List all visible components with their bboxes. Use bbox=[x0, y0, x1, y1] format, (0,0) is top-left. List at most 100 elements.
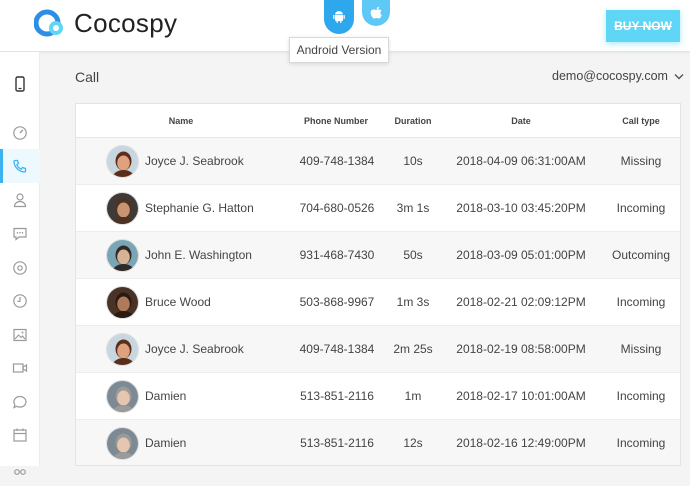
contacts-icon bbox=[13, 193, 27, 208]
column-header-phone[interactable]: Phone Number bbox=[286, 104, 386, 138]
page-title: Call bbox=[75, 69, 100, 85]
history-icon bbox=[13, 294, 27, 308]
cell-phone: 704-680-0526 bbox=[299, 201, 375, 215]
sidebar-item-messages[interactable] bbox=[0, 217, 40, 251]
cell-date: 2018-02-19 08:58:00PM bbox=[456, 342, 586, 356]
table-row[interactable]: Joyce J. Seabrook 409-748-1384 10s 2018-04-… bbox=[76, 138, 680, 185]
cell-call-type: Missing bbox=[620, 342, 662, 356]
column-header-date[interactable]: Date bbox=[476, 104, 566, 138]
messages-icon bbox=[13, 227, 27, 241]
cell-call-type: Incoming bbox=[616, 295, 666, 309]
cell-duration: 1m bbox=[404, 389, 422, 403]
avatar bbox=[106, 238, 139, 272]
dashboard-icon bbox=[13, 126, 27, 140]
apple-icon bbox=[370, 6, 382, 19]
sidebar-item-contacts[interactable] bbox=[0, 183, 40, 217]
cell-name: John E. Washington bbox=[106, 232, 252, 278]
contact-name: Damien bbox=[145, 436, 187, 450]
contact-name: Bruce Wood bbox=[145, 295, 211, 309]
contact-name: Joyce J. Seabrook bbox=[145, 342, 244, 356]
cell-phone: 513-851-2116 bbox=[300, 389, 374, 403]
table-row[interactable]: Damien 513-851-2116 12s 2018-02-16 12:49:00… bbox=[76, 420, 680, 465]
contact-name: John E. Washington bbox=[145, 248, 252, 262]
sidebar-item-photos[interactable] bbox=[0, 318, 40, 352]
sidebar-item-calendar[interactable] bbox=[0, 418, 40, 452]
sidebar bbox=[0, 52, 40, 475]
sidebar-item-dashboard[interactable] bbox=[0, 116, 40, 150]
contact-name: Joyce J. Seabrook bbox=[145, 154, 244, 168]
cell-name: Joyce J. Seabrook bbox=[106, 326, 244, 372]
photos-icon bbox=[13, 328, 27, 342]
cell-name: Damien bbox=[106, 420, 187, 465]
cell-date: 2018-02-17 10:01:00AM bbox=[456, 389, 586, 403]
column-header-call-type[interactable]: Call type bbox=[604, 104, 678, 138]
table-row[interactable]: Stephanie G. Hatton 704-680-0526 3m 1s 2018… bbox=[76, 185, 680, 232]
cocospy-logo[interactable] bbox=[34, 9, 66, 37]
avatar bbox=[106, 191, 139, 225]
cell-duration: 3m 1s bbox=[396, 201, 430, 215]
cell-phone: 931-468-7430 bbox=[299, 248, 375, 262]
cell-call-type: Outcoming bbox=[611, 248, 671, 262]
contact-name: Damien bbox=[145, 389, 187, 403]
avatar bbox=[106, 379, 139, 413]
video-icon bbox=[12, 363, 28, 373]
cell-date: 2018-04-09 06:31:00AM bbox=[456, 154, 586, 168]
column-header-duration[interactable]: Duration bbox=[386, 104, 440, 138]
sidebar-item-video[interactable] bbox=[0, 351, 40, 385]
cell-call-type: Incoming bbox=[616, 389, 666, 403]
table-header: Name Phone Number Duration Date Call typ… bbox=[76, 104, 680, 138]
top-bar: Cocospy Android Version BUY NOW bbox=[0, 0, 690, 63]
calendar-icon bbox=[13, 428, 27, 442]
cell-name: Joyce J. Seabrook bbox=[106, 138, 244, 184]
avatar bbox=[106, 144, 139, 178]
contact-photo bbox=[107, 333, 138, 365]
sidebar-item-more[interactable] bbox=[0, 452, 40, 486]
cell-phone: 503-868-9967 bbox=[299, 295, 375, 309]
contact-photo bbox=[107, 145, 138, 177]
avatar bbox=[106, 426, 139, 460]
table-row[interactable]: Bruce Wood 503-868-9967 1m 3s 2018-02-21 02… bbox=[76, 279, 680, 326]
contact-name: Stephanie G. Hatton bbox=[145, 201, 254, 215]
sidebar-item-chat[interactable] bbox=[0, 385, 40, 419]
cell-date: 2018-03-10 03:45:20PM bbox=[456, 201, 586, 215]
cell-duration: 10s bbox=[403, 154, 423, 168]
contact-photo bbox=[107, 427, 138, 459]
cell-call-type: Incoming bbox=[616, 201, 666, 215]
cell-date: 2018-02-21 02:09:12PM bbox=[456, 295, 586, 309]
contact-photo bbox=[107, 286, 138, 318]
avatar bbox=[106, 332, 139, 366]
cell-duration: 12s bbox=[403, 436, 423, 450]
location-icon bbox=[13, 261, 27, 275]
phone-device-icon bbox=[15, 76, 25, 92]
sidebar-item-calls[interactable] bbox=[0, 149, 40, 183]
cell-duration: 50s bbox=[403, 248, 423, 262]
android-version-button[interactable] bbox=[324, 0, 354, 34]
cell-call-type: Incoming bbox=[616, 436, 666, 450]
ios-version-button[interactable] bbox=[362, 0, 390, 26]
cell-phone: 409-748-1384 bbox=[299, 342, 375, 356]
contact-photo bbox=[107, 192, 138, 224]
account-menu[interactable]: demo@cocospy.com bbox=[552, 69, 684, 83]
sidebar-item-location[interactable] bbox=[0, 251, 40, 285]
sidebar-item-history[interactable] bbox=[0, 284, 40, 318]
brand-name: Cocospy bbox=[74, 8, 178, 38]
cell-phone: 513-851-2116 bbox=[300, 436, 374, 450]
table-row[interactable]: John E. Washington 931-468-7430 50s 2018-03… bbox=[76, 232, 680, 279]
cell-call-type: Missing bbox=[620, 154, 662, 168]
android-icon bbox=[333, 11, 345, 23]
cell-phone: 409-748-1384 bbox=[299, 154, 375, 168]
column-header-name[interactable]: Name bbox=[136, 104, 226, 138]
buy-now-button[interactable]: BUY NOW bbox=[606, 10, 680, 42]
sidebar-item-device[interactable] bbox=[0, 67, 40, 101]
account-email: demo@cocospy.com bbox=[552, 69, 668, 83]
cell-duration: 1m 3s bbox=[396, 295, 430, 309]
cell-name: Bruce Wood bbox=[106, 279, 211, 325]
calls-icon bbox=[13, 159, 27, 173]
contact-photo bbox=[107, 239, 138, 271]
cell-duration: 2m 25s bbox=[393, 342, 433, 356]
table-row[interactable]: Damien 513-851-2116 1m 2018-02-17 10:01:00A… bbox=[76, 373, 680, 420]
table-row[interactable]: Joyce J. Seabrook 409-748-1384 2m 25s 2018-… bbox=[76, 326, 680, 373]
chevron-down-icon bbox=[674, 73, 684, 79]
avatar bbox=[106, 285, 139, 319]
apps-icon bbox=[14, 469, 26, 475]
